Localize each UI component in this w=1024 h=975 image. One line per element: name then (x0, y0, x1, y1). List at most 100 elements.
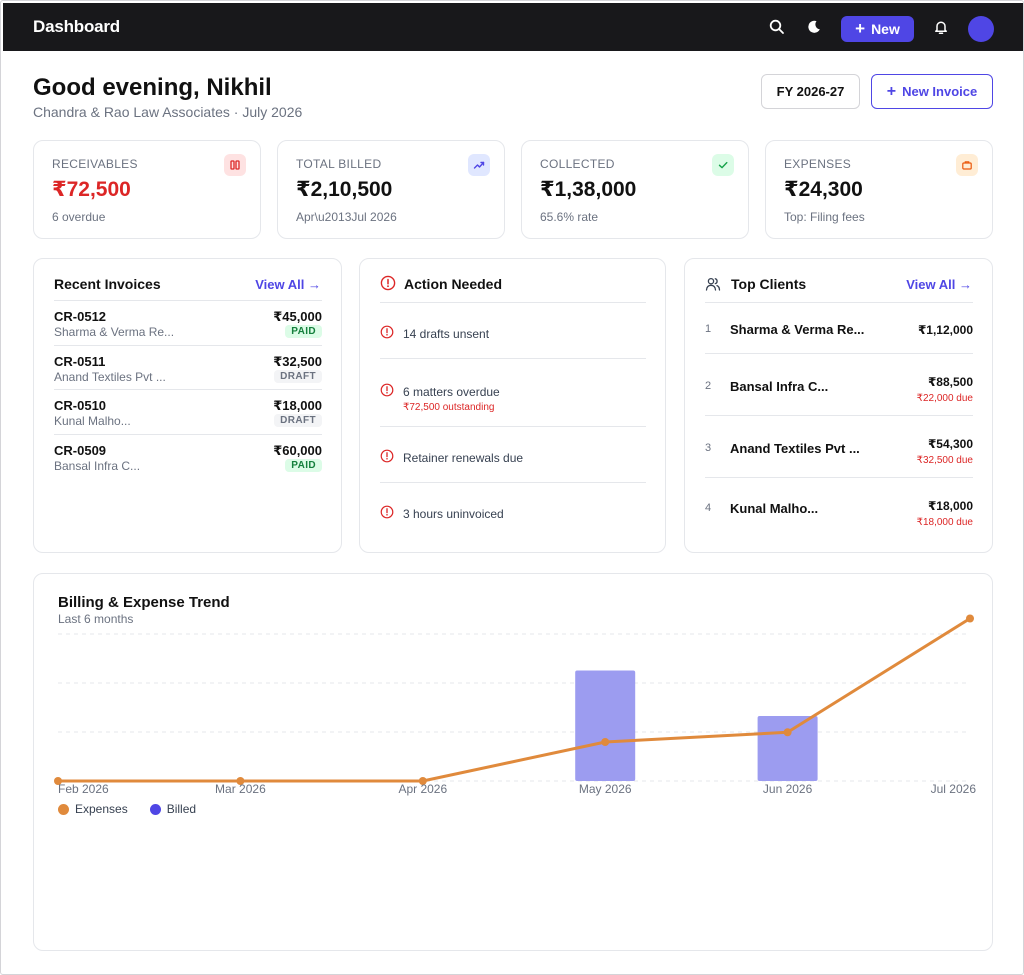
bell-icon[interactable] (932, 18, 950, 36)
chart-line-expenses (56, 617, 972, 783)
trending-up-icon (468, 154, 490, 176)
client-amount: ₹1,12,000 (917, 323, 973, 337)
stat-label: EXPENSES (784, 157, 852, 171)
client-name: Sharma & Verma Re... (730, 322, 865, 337)
new-invoice-button[interactable]: + New Invoice (871, 74, 993, 109)
divider (705, 477, 973, 478)
chart-point-expenses (783, 728, 792, 737)
stat-value: ₹72,500 (52, 178, 131, 201)
divider (380, 302, 646, 303)
action-text: 14 drafts unsent (403, 327, 490, 341)
avatar[interactable] (968, 16, 994, 42)
panel-title: Top Clients (731, 276, 807, 292)
view-all-invoices-link[interactable]: View All → (255, 277, 321, 292)
chart-bar-billed (575, 670, 636, 781)
alert-icon (380, 325, 394, 344)
invoice-id: CR-0509 (54, 443, 107, 458)
stat-card-total-billed[interactable]: TOTAL BILLED ₹2,10,500 Apr\u2013Jul 2026 (277, 140, 505, 239)
invoice-id: CR-0510 (54, 398, 107, 413)
fiscal-year-button[interactable]: FY 2026-27 (761, 74, 860, 109)
invoice-row[interactable]: CR-0512 Sharma & Verma Re... ₹45,000 PAI… (54, 300, 322, 344)
stat-card-expenses[interactable]: EXPENSES ₹24,300 Top: Filing fees (765, 140, 993, 239)
briefcase-icon (956, 154, 978, 176)
invoice-row[interactable]: CR-0510 Kunal Malho... ₹18,000 DRAFT (54, 389, 322, 433)
divider (705, 353, 973, 354)
moon-icon[interactable] (805, 18, 823, 36)
top-bar: Dashboard + New (3, 3, 1023, 51)
plus-icon: + (886, 82, 897, 100)
invoice-amount: ₹18,000 (273, 398, 322, 413)
client-rank: 1 (705, 323, 712, 335)
stat-sub: Top: Filing fees (784, 210, 865, 224)
client-rank: 2 (705, 380, 712, 392)
invoice-client: Bansal Infra C... (54, 459, 141, 473)
action-subtext: ₹72,500 outstanding (403, 402, 495, 413)
stat-label: COLLECTED (540, 157, 615, 171)
status-badge: DRAFT (274, 370, 322, 383)
alert-icon (380, 275, 396, 296)
invoice-amount: ₹60,000 (273, 443, 322, 458)
stat-sub: 65.6% rate (540, 210, 599, 224)
chart-x-tick-label: Jun 2026 (763, 782, 813, 796)
stat-card-collected[interactable]: COLLECTED ₹1,38,000 65.6% rate (521, 140, 749, 239)
page-title: Good evening, Nikhil (33, 74, 272, 101)
action-needed-panel: Action Needed 14 drafts unsent 6 matters… (359, 258, 666, 553)
new-button[interactable]: + New (841, 16, 914, 42)
stat-value: ₹24,300 (784, 178, 863, 201)
firm-subtitle: Chandra & Rao Law Associates · July 2026 (33, 104, 303, 120)
invoice-row[interactable]: CR-0511 Anand Textiles Pvt ... ₹32,500 D… (54, 345, 322, 389)
chart-x-tick-label: Mar 2026 (215, 782, 266, 796)
divider (705, 302, 973, 303)
action-text: 6 matters overdue (403, 385, 500, 399)
client-rank: 3 (705, 442, 712, 454)
app-window: Dashboard + New Good evening, Nikhil Cha… (0, 0, 1024, 975)
legend-swatch (58, 803, 69, 815)
stat-label: RECEIVABLES (52, 157, 138, 171)
search-icon[interactable] (768, 18, 786, 36)
stat-sub: Apr\u2013Jul 2026 (296, 210, 397, 224)
invoice-id: CR-0512 (54, 309, 107, 324)
client-name: Bansal Infra C... (730, 379, 829, 394)
status-badge: PAID (285, 459, 322, 472)
invoice-client: Anand Textiles Pvt ... (54, 370, 166, 384)
chart-point-expenses (966, 614, 974, 623)
stat-sub: 6 overdue (52, 210, 106, 224)
action-text: Retainer renewals due (403, 451, 524, 465)
new-invoice-label: New Invoice (902, 84, 978, 99)
view-all-clients-link[interactable]: View All → (906, 277, 972, 292)
panel-title: Action Needed (404, 276, 503, 292)
chart-x-tick-label: May 2026 (579, 782, 632, 796)
top-clients-panel: Top Clients View All → 1 Sharma & Verma … (684, 258, 993, 553)
legend-item-expenses[interactable]: Expenses (58, 802, 128, 816)
invoice-client: Sharma & Verma Re... (54, 325, 175, 339)
client-amount: ₹18,000 (927, 499, 973, 513)
invoice-row[interactable]: CR-0509 Bansal Infra C... ₹60,000 PAID (54, 434, 322, 478)
legend-label: Billed (166, 802, 197, 816)
panel-title: Recent Invoices (54, 276, 161, 292)
app-title: Dashboard (33, 17, 120, 36)
plus-icon: + (855, 19, 866, 38)
client-name: Anand Textiles Pvt ... (730, 441, 860, 456)
stat-value: ₹2,10,500 (296, 178, 393, 201)
stat-card-receivables[interactable]: RECEIVABLES ₹72,500 6 overdue (33, 140, 261, 239)
status-badge: DRAFT (274, 414, 322, 427)
client-amount: ₹88,500 (927, 375, 973, 389)
stat-label: TOTAL BILLED (296, 157, 382, 171)
billing-trend-chart: Feb 2026 Mar 2026 Apr 2026 May 2026 Jun 2026… (54, 614, 976, 796)
divider (380, 426, 646, 427)
divider (380, 358, 646, 359)
legend-item-billed[interactable]: Billed (149, 802, 197, 816)
action-text: 3 hours uninvoiced (403, 507, 504, 521)
client-rank: 4 (705, 502, 712, 514)
client-due: ₹32,500 due (916, 455, 973, 466)
alert-icon (380, 383, 394, 402)
divider (380, 482, 646, 483)
client-due: ₹22,000 due (916, 393, 973, 404)
users-icon (705, 276, 721, 297)
billing-trend-chart-card: Feb 2026 Mar 2026 Apr 2026 May 2026 Jun 2026… (33, 573, 993, 951)
chart-bar-billed (757, 716, 818, 781)
pause-icon (224, 154, 246, 176)
client-due: ₹18,000 due (916, 517, 973, 528)
invoice-amount: ₹32,500 (273, 354, 322, 369)
check-icon (712, 154, 734, 176)
